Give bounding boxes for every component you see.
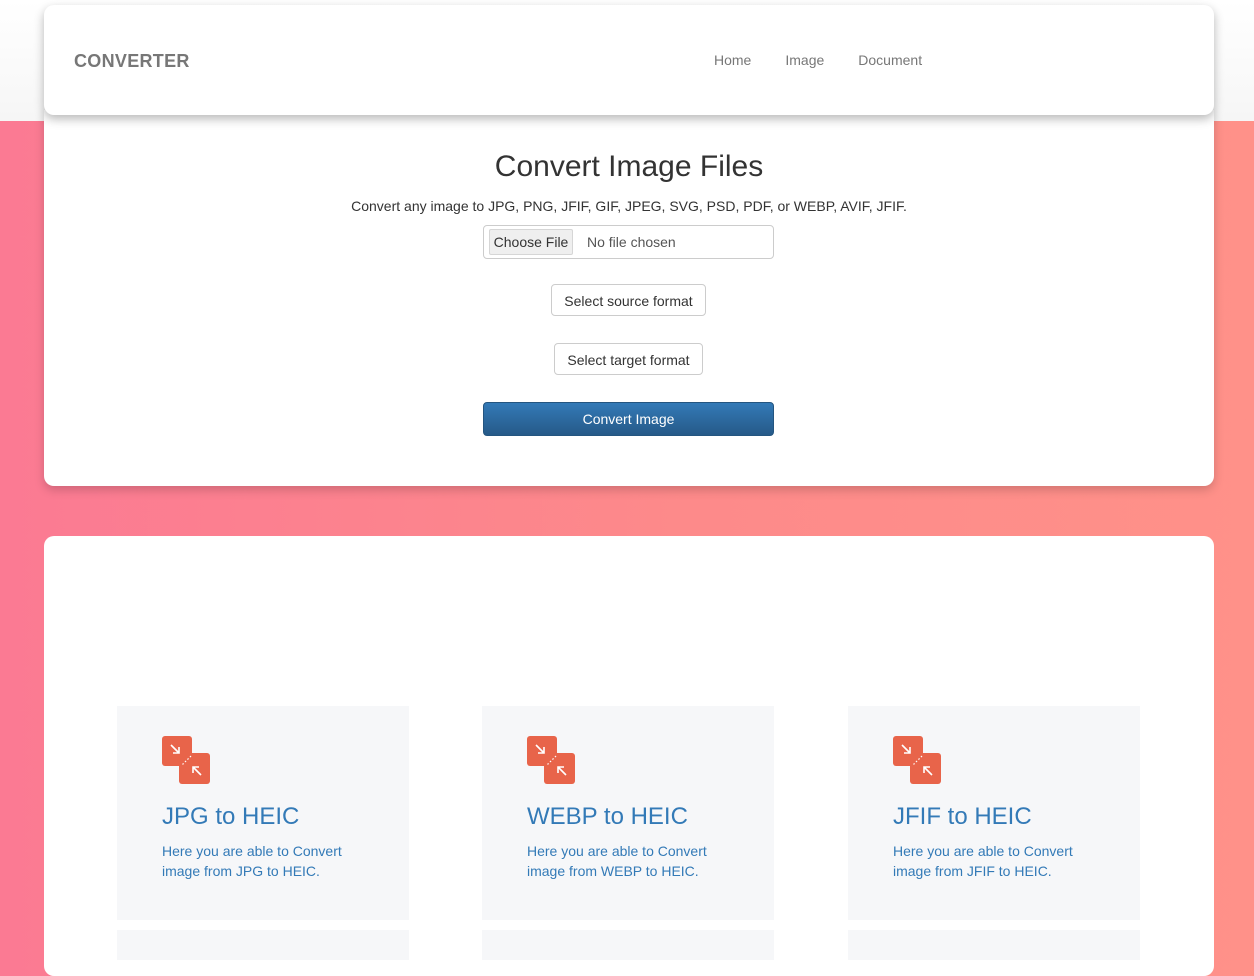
brand-logo[interactable]: CONVERTER <box>74 51 190 72</box>
card-title[interactable]: JPG to HEIC <box>162 803 299 831</box>
page-title: Convert Image Files <box>494 150 764 183</box>
convert-arrows-icon <box>527 736 575 789</box>
card-title[interactable]: JFIF to HEIC <box>893 803 1032 831</box>
conversion-card-partial[interactable] <box>848 930 1140 960</box>
target-format-select[interactable]: Select target format <box>554 343 703 375</box>
card-description: Here you are able to Convert image from … <box>527 843 707 879</box>
file-status: No file chosen <box>587 234 676 250</box>
convert-image-button[interactable]: Convert Image <box>483 402 774 436</box>
nav-link-image[interactable]: Image <box>785 52 824 68</box>
nav-links: Home Image Document <box>714 52 922 68</box>
conversion-card-partial[interactable] <box>117 930 409 960</box>
navbar: CONVERTER Home Image Document <box>44 5 1214 115</box>
page-subtitle: Convert any image to JPG, PNG, JFIF, GIF… <box>351 198 907 214</box>
file-input[interactable]: Choose File No file chosen <box>483 225 774 259</box>
choose-file-button[interactable]: Choose File <box>489 229 573 255</box>
conversions-panel: JPG to HEIC Here you are able to Convert… <box>44 536 1214 976</box>
conversion-card-partial[interactable] <box>482 930 774 960</box>
card-title[interactable]: WEBP to HEIC <box>527 803 688 831</box>
convert-arrows-icon <box>162 736 210 789</box>
conversion-card-webp-heic[interactable]: WEBP to HEIC Here you are able to Conver… <box>482 706 774 920</box>
card-description: Here you are able to Convert image from … <box>162 843 342 879</box>
source-format-select[interactable]: Select source format <box>551 284 706 316</box>
card-description: Here you are able to Convert image from … <box>893 843 1073 879</box>
nav-link-home[interactable]: Home <box>714 52 751 68</box>
converter-panel: Convert Image Files Convert any image to… <box>44 110 1214 486</box>
nav-link-document[interactable]: Document <box>858 52 922 68</box>
convert-arrows-icon <box>893 736 941 789</box>
conversion-card-jpg-heic[interactable]: JPG to HEIC Here you are able to Convert… <box>117 706 409 920</box>
conversion-card-jfif-heic[interactable]: JFIF to HEIC Here you are able to Conver… <box>848 706 1140 920</box>
